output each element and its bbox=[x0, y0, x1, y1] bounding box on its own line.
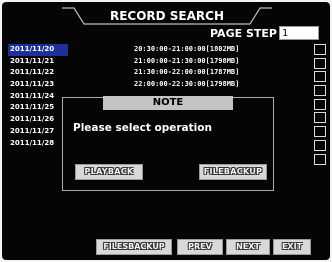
page-step-input[interactable]: 1 bbox=[279, 26, 319, 40]
page-step-label: PAGE STEP bbox=[210, 27, 277, 40]
date-item[interactable]: 2011/11/27 bbox=[8, 126, 68, 138]
title-bar: RECORD SEARCH bbox=[62, 7, 272, 25]
record-checkbox[interactable] bbox=[314, 153, 326, 165]
date-item[interactable]: 2011/11/22 bbox=[8, 67, 68, 79]
filebackup-button[interactable]: FILEBACKUP bbox=[199, 164, 267, 180]
prev-button[interactable]: PREV bbox=[177, 239, 223, 255]
date-item[interactable]: 2011/11/21 bbox=[8, 56, 68, 68]
record-item[interactable]: 22:00:00-22:30:00[1798MB] bbox=[134, 79, 274, 91]
date-item[interactable]: 2011/11/25 bbox=[8, 102, 68, 114]
next-button[interactable]: NEXT bbox=[226, 239, 270, 255]
record-item[interactable]: 20:30:00-21:00:00[1802MB] bbox=[134, 44, 274, 56]
record-checkbox[interactable] bbox=[314, 126, 326, 138]
record-checkbox[interactable] bbox=[314, 139, 326, 151]
files-backup-button[interactable]: FILESBACKUP bbox=[96, 239, 172, 255]
record-list: 20:30:00-21:00:00[1802MB] 21:00:00-21:30… bbox=[134, 44, 274, 91]
page-title: RECORD SEARCH bbox=[109, 9, 225, 23]
date-list: 2011/11/20 2011/11/21 2011/11/22 2011/11… bbox=[8, 44, 68, 149]
date-item[interactable]: 2011/11/23 bbox=[8, 79, 68, 91]
dialog-message: Please select operation bbox=[73, 122, 212, 134]
record-checkbox[interactable] bbox=[314, 112, 326, 124]
record-checkbox[interactable] bbox=[314, 85, 326, 97]
record-item[interactable]: 21:00:00-21:30:00[1798MB] bbox=[134, 56, 274, 68]
date-item[interactable]: 2011/11/24 bbox=[8, 91, 68, 103]
record-item[interactable]: 21:30:00-22:00:00[1787MB] bbox=[134, 67, 274, 79]
record-checkbox[interactable] bbox=[314, 98, 326, 110]
record-checkbox[interactable] bbox=[314, 71, 326, 83]
dvr-screen: RECORD SEARCH PAGE STEP 1 2011/11/20 201… bbox=[2, 2, 330, 260]
date-item[interactable]: 2011/11/20 bbox=[8, 44, 68, 56]
record-checkbox-column bbox=[314, 44, 326, 167]
date-item[interactable]: 2011/11/26 bbox=[8, 114, 68, 126]
note-dialog: NOTE Please select operation PLAYBACK FI… bbox=[62, 96, 274, 191]
dialog-title: NOTE bbox=[103, 96, 233, 110]
date-item[interactable]: 2011/11/28 bbox=[8, 138, 68, 150]
exit-button[interactable]: EXIT bbox=[273, 239, 311, 255]
record-checkbox[interactable] bbox=[314, 44, 326, 55]
record-checkbox[interactable] bbox=[314, 57, 326, 69]
playback-button[interactable]: PLAYBACK bbox=[75, 164, 143, 180]
